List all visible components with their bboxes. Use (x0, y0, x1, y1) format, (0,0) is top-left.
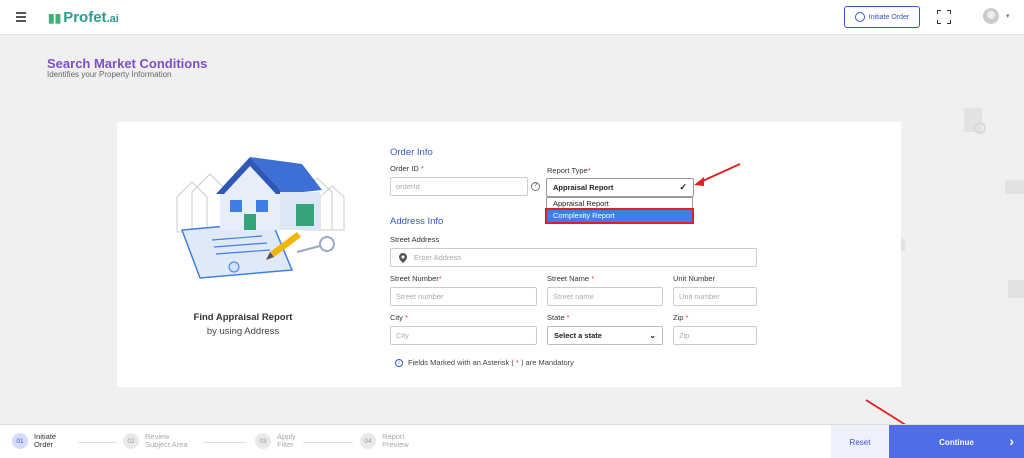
city-input[interactable]: City (390, 326, 537, 345)
state-label: State * (547, 313, 570, 322)
wallet-icon (1005, 180, 1024, 194)
ai-icon (1008, 280, 1024, 298)
reset-button[interactable]: Reset (831, 425, 889, 458)
checkmark-icon: ✓ (679, 182, 687, 192)
hamburger-menu-icon[interactable] (16, 12, 26, 22)
street-number-label: Street Number* (390, 274, 442, 283)
step-report-preview[interactable]: 04 Report Preview (360, 433, 432, 449)
street-number-input[interactable]: Street number (390, 287, 537, 306)
city-label: City * (390, 313, 408, 322)
location-pin-icon (399, 252, 407, 263)
street-name-input[interactable]: Street name (547, 287, 663, 306)
state-select[interactable]: Select a state ⌄ (547, 326, 663, 345)
continue-label: Continue (939, 437, 974, 447)
page-subtitle: Identifies your Property Information (47, 70, 172, 79)
logo[interactable]: ▮▮ Profet.ai (48, 9, 119, 26)
report-type-value: Appraisal Report (553, 183, 614, 192)
report-type-option-complexity[interactable]: Complexity Report (545, 208, 694, 224)
step-label: Apply Filter (277, 432, 296, 449)
unit-number-input[interactable]: Unit number (673, 287, 757, 306)
report-type-dropdown: Appraisal Report Complexity Report (545, 197, 694, 224)
street-name-label: Street Name * (547, 274, 595, 283)
stepper-bar: 01 Initiate Order 02 Review Subject Area 0… (0, 424, 1024, 458)
mandatory-note: i Fields Marked with an Asterisk ( * ) a… (395, 358, 574, 367)
zip-label: Zip * (673, 313, 689, 322)
step-apply-filter[interactable]: 03 Apply Filter (255, 433, 327, 449)
zip-input[interactable]: Zip (673, 326, 757, 345)
state-value: Select a state (554, 331, 602, 340)
find-report-title: Find Appraisal Report (193, 312, 293, 323)
order-id-label: Order ID * (390, 164, 424, 173)
address-info-title: Address Info (390, 216, 444, 227)
street-address-label: Street Address (390, 235, 440, 244)
order-info-title: Order Info (390, 147, 433, 158)
top-bar: ▮▮ Profet.ai Initiate Order ▾ (0, 0, 1024, 35)
chevron-down-icon: ⌄ (649, 331, 656, 340)
logo-suffix: .ai (106, 13, 119, 25)
step-number: 01 (12, 433, 28, 449)
report-type-label: Report Type* (547, 166, 591, 175)
report-type-option-appraisal[interactable]: Appraisal Report (547, 198, 692, 210)
street-address-placeholder: Enter Address (414, 253, 462, 262)
search-icon (854, 12, 865, 22)
step-label: Initiate Order (34, 432, 57, 449)
info-icon: i (395, 358, 403, 367)
step-connector (78, 442, 116, 443)
find-report-subtitle: by using Address (206, 326, 280, 337)
mandatory-note-text: Fields Marked with an Asterisk ( * ) are… (408, 358, 574, 367)
order-id-input[interactable]: orderId (390, 177, 528, 196)
step-initiate-order[interactable]: 01 Initiate Order (12, 433, 84, 449)
avatar[interactable] (983, 8, 999, 24)
help-icon[interactable]: ? (531, 182, 540, 191)
street-address-input[interactable]: Enter Address (390, 248, 757, 267)
initiate-order-button[interactable]: Initiate Order (844, 6, 920, 28)
chevron-right-icon: › (1009, 433, 1014, 449)
step-number: 03 (255, 433, 271, 449)
step-label: Review Subject Area (145, 432, 188, 449)
continue-button[interactable]: Continue › (889, 425, 1024, 458)
page-title: Search Market Conditions (47, 56, 208, 71)
initiate-order-label: Initiate Order (868, 13, 910, 21)
unit-number-label: Unit Number (673, 274, 716, 283)
step-number: 04 (360, 433, 376, 449)
step-connector (204, 442, 246, 443)
step-number: 02 (123, 433, 139, 449)
document-search-icon (964, 108, 986, 134)
report-type-select[interactable]: Appraisal Report ✓ (546, 178, 694, 197)
house-document-illustration (176, 157, 345, 279)
chevron-down-icon[interactable]: ▾ (1006, 12, 1010, 20)
step-label: Report Preview (382, 432, 409, 449)
logo-text: Profet (63, 9, 107, 26)
step-connector (303, 442, 353, 443)
fullscreen-icon[interactable] (937, 10, 951, 24)
logo-chart-icon: ▮▮ (48, 11, 62, 25)
step-review-subject-area[interactable]: 02 Review Subject Area (123, 433, 195, 449)
